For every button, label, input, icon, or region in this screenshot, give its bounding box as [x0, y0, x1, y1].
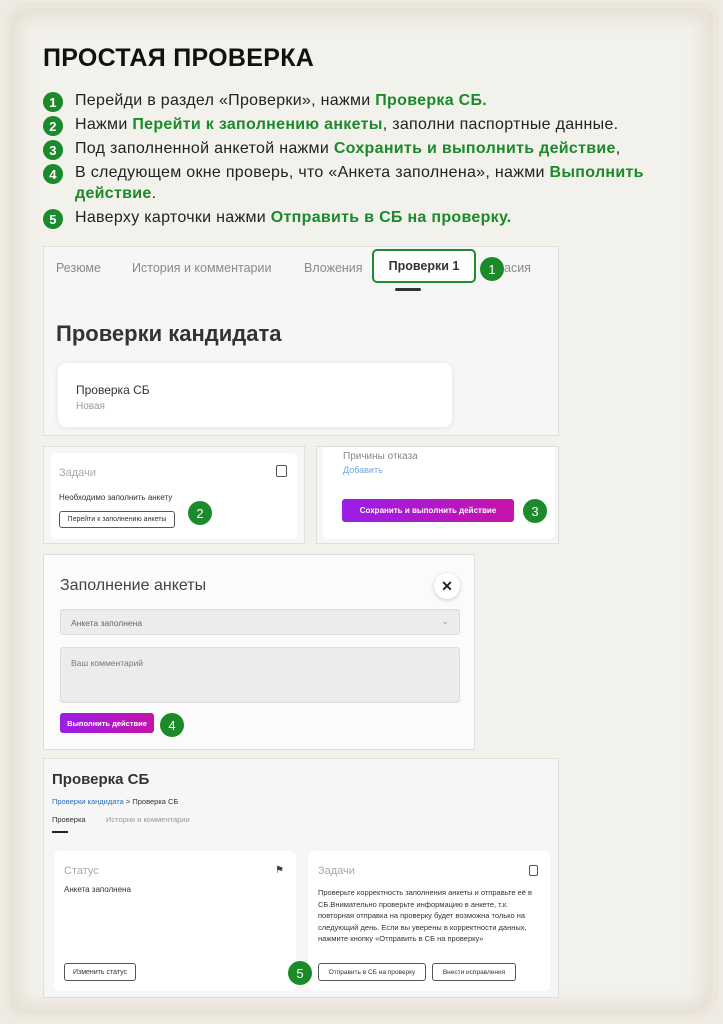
step-badge-1: 1 [480, 257, 504, 281]
tasks-card: Задачи Проверьте корректность заполнения… [308, 851, 550, 991]
step-text: Перейди в раздел «Проверки», нажми [75, 92, 376, 109]
fill-questionnaire-button[interactable]: Перейти к заполнению анкеты [59, 511, 175, 528]
tasks-text: Необходимо заполнить анкету [59, 493, 173, 502]
step-4: 4 В следующем окне проверь, что «Анкета … [43, 162, 703, 204]
flag-icon: ⚑ [275, 865, 284, 876]
step-text: , заполни паспортные данные. [382, 116, 619, 133]
step-2: 2 Нажми Перейти к заполнению анкеты, зап… [43, 114, 703, 136]
step-text: Наверху карточки нажми [75, 209, 271, 226]
comment-textarea[interactable]: Ваш комментарий [60, 647, 460, 703]
breadcrumb-separator: > [125, 797, 131, 806]
step-text: Под заполненной анкетой нажми [75, 140, 334, 157]
step-text: В следующем окне проверь, что «Анкета за… [75, 164, 550, 181]
add-link[interactable]: Добавить [343, 465, 383, 475]
screenshot-sb-check: Проверка СБ Проверки кандидата > Проверк… [43, 758, 559, 998]
step-5: 5 Наверху карточки нажми Отправить в СБ … [43, 207, 703, 229]
status-value: Анкета заполнена [64, 885, 131, 894]
step-highlight: Проверка СБ. [375, 92, 488, 109]
step-1: 1 Перейди в раздел «Проверки», нажми Про… [43, 90, 703, 112]
change-status-button[interactable]: Изменить статус [64, 963, 136, 981]
execute-action-button[interactable]: Выполнить действие [60, 713, 154, 733]
page-title: ПРОСТАЯ ПРОВЕРКА [43, 44, 315, 72]
save-and-execute-button[interactable]: Сохранить и выполнить действие [342, 499, 514, 522]
step-badge-5: 5 [288, 961, 312, 985]
step-number: 1 [43, 92, 63, 112]
tasks-description: Проверьте корректность заполнения анкеты… [318, 888, 533, 943]
step-text: Нажми [75, 116, 133, 133]
step-highlight: Перейти к заполнению анкеты [132, 116, 383, 133]
screenshot-candidate-checks: Резюме История и комментарии Вложения ас… [43, 246, 559, 436]
tasks-card: Задачи Необходимо заполнить анкету Перей… [51, 453, 297, 539]
tab-check[interactable]: Проверка [52, 815, 86, 824]
steps-list: 1 Перейди в раздел «Проверки», нажми Про… [43, 90, 703, 231]
step-badge-4: 4 [160, 713, 184, 737]
check-title: Проверка СБ [76, 383, 150, 397]
tasks-heading: Задачи [318, 865, 355, 877]
screenshot-questionnaire-modal: Заполнение анкеты ✕ Анкета заполнена ⌄ В… [43, 554, 475, 750]
screenshot-rejection: Причины отказа Добавить Сохранить и выпо… [316, 446, 559, 544]
tab-history[interactable]: История и комментарии [132, 261, 271, 275]
breadcrumb-current: Проверка СБ [132, 797, 179, 806]
rejection-card: Причины отказа Добавить Сохранить и выпо… [323, 447, 555, 539]
tasks-heading: Задачи [59, 467, 96, 479]
step-number: 3 [43, 140, 63, 160]
make-corrections-button[interactable]: Внести исправления [432, 963, 516, 981]
status-select-value: Анкета заполнена [71, 618, 143, 628]
step-3: 3 Под заполненной анкетой нажми Сохранит… [43, 138, 703, 160]
send-to-sb-button[interactable]: Отправить в СБ на проверку [318, 963, 426, 981]
clipboard-icon [276, 465, 287, 477]
clipboard-icon [529, 865, 538, 876]
active-tab-indicator [395, 288, 421, 291]
status-select[interactable]: Анкета заполнена ⌄ [60, 609, 460, 635]
tab-history[interactable]: История и комментарии [106, 815, 190, 824]
step-number: 5 [43, 209, 63, 229]
tab-checks[interactable]: Проверки 1 [372, 249, 476, 283]
step-badge-2: 2 [188, 501, 212, 525]
step-highlight: Сохранить и выполнить действие [333, 140, 616, 157]
modal-heading: Заполнение анкеты [60, 577, 207, 594]
chevron-down-icon: ⌄ [441, 616, 449, 626]
breadcrumb: Проверки кандидата > Проверка СБ [52, 797, 178, 806]
close-icon[interactable]: ✕ [434, 573, 460, 599]
step-number: 2 [43, 116, 63, 136]
sb-heading: Проверка СБ [52, 771, 150, 788]
step-text: . [151, 185, 157, 202]
status-heading: Статус [64, 865, 99, 877]
check-card-sb[interactable]: Проверка СБ Новая [58, 363, 452, 427]
tab-attachments[interactable]: Вложения [304, 261, 363, 275]
breadcrumb-link[interactable]: Проверки кандидата [52, 797, 124, 806]
step-text: , [615, 140, 621, 157]
check-status: Новая [76, 401, 105, 412]
status-card: Статус ⚑ Анкета заполнена Изменить стату… [54, 851, 296, 991]
active-tab-indicator [52, 831, 68, 833]
step-highlight: Отправить в СБ на проверку. [270, 209, 512, 226]
rejection-heading: Причины отказа [343, 451, 418, 462]
step-badge-3: 3 [523, 499, 547, 523]
step-number: 4 [43, 164, 63, 184]
tab-partial[interactable]: асия [504, 261, 531, 275]
section-heading: Проверки кандидата [56, 321, 282, 346]
screenshot-tasks: Задачи Необходимо заполнить анкету Перей… [43, 446, 305, 544]
tab-resume[interactable]: Резюме [56, 261, 101, 275]
